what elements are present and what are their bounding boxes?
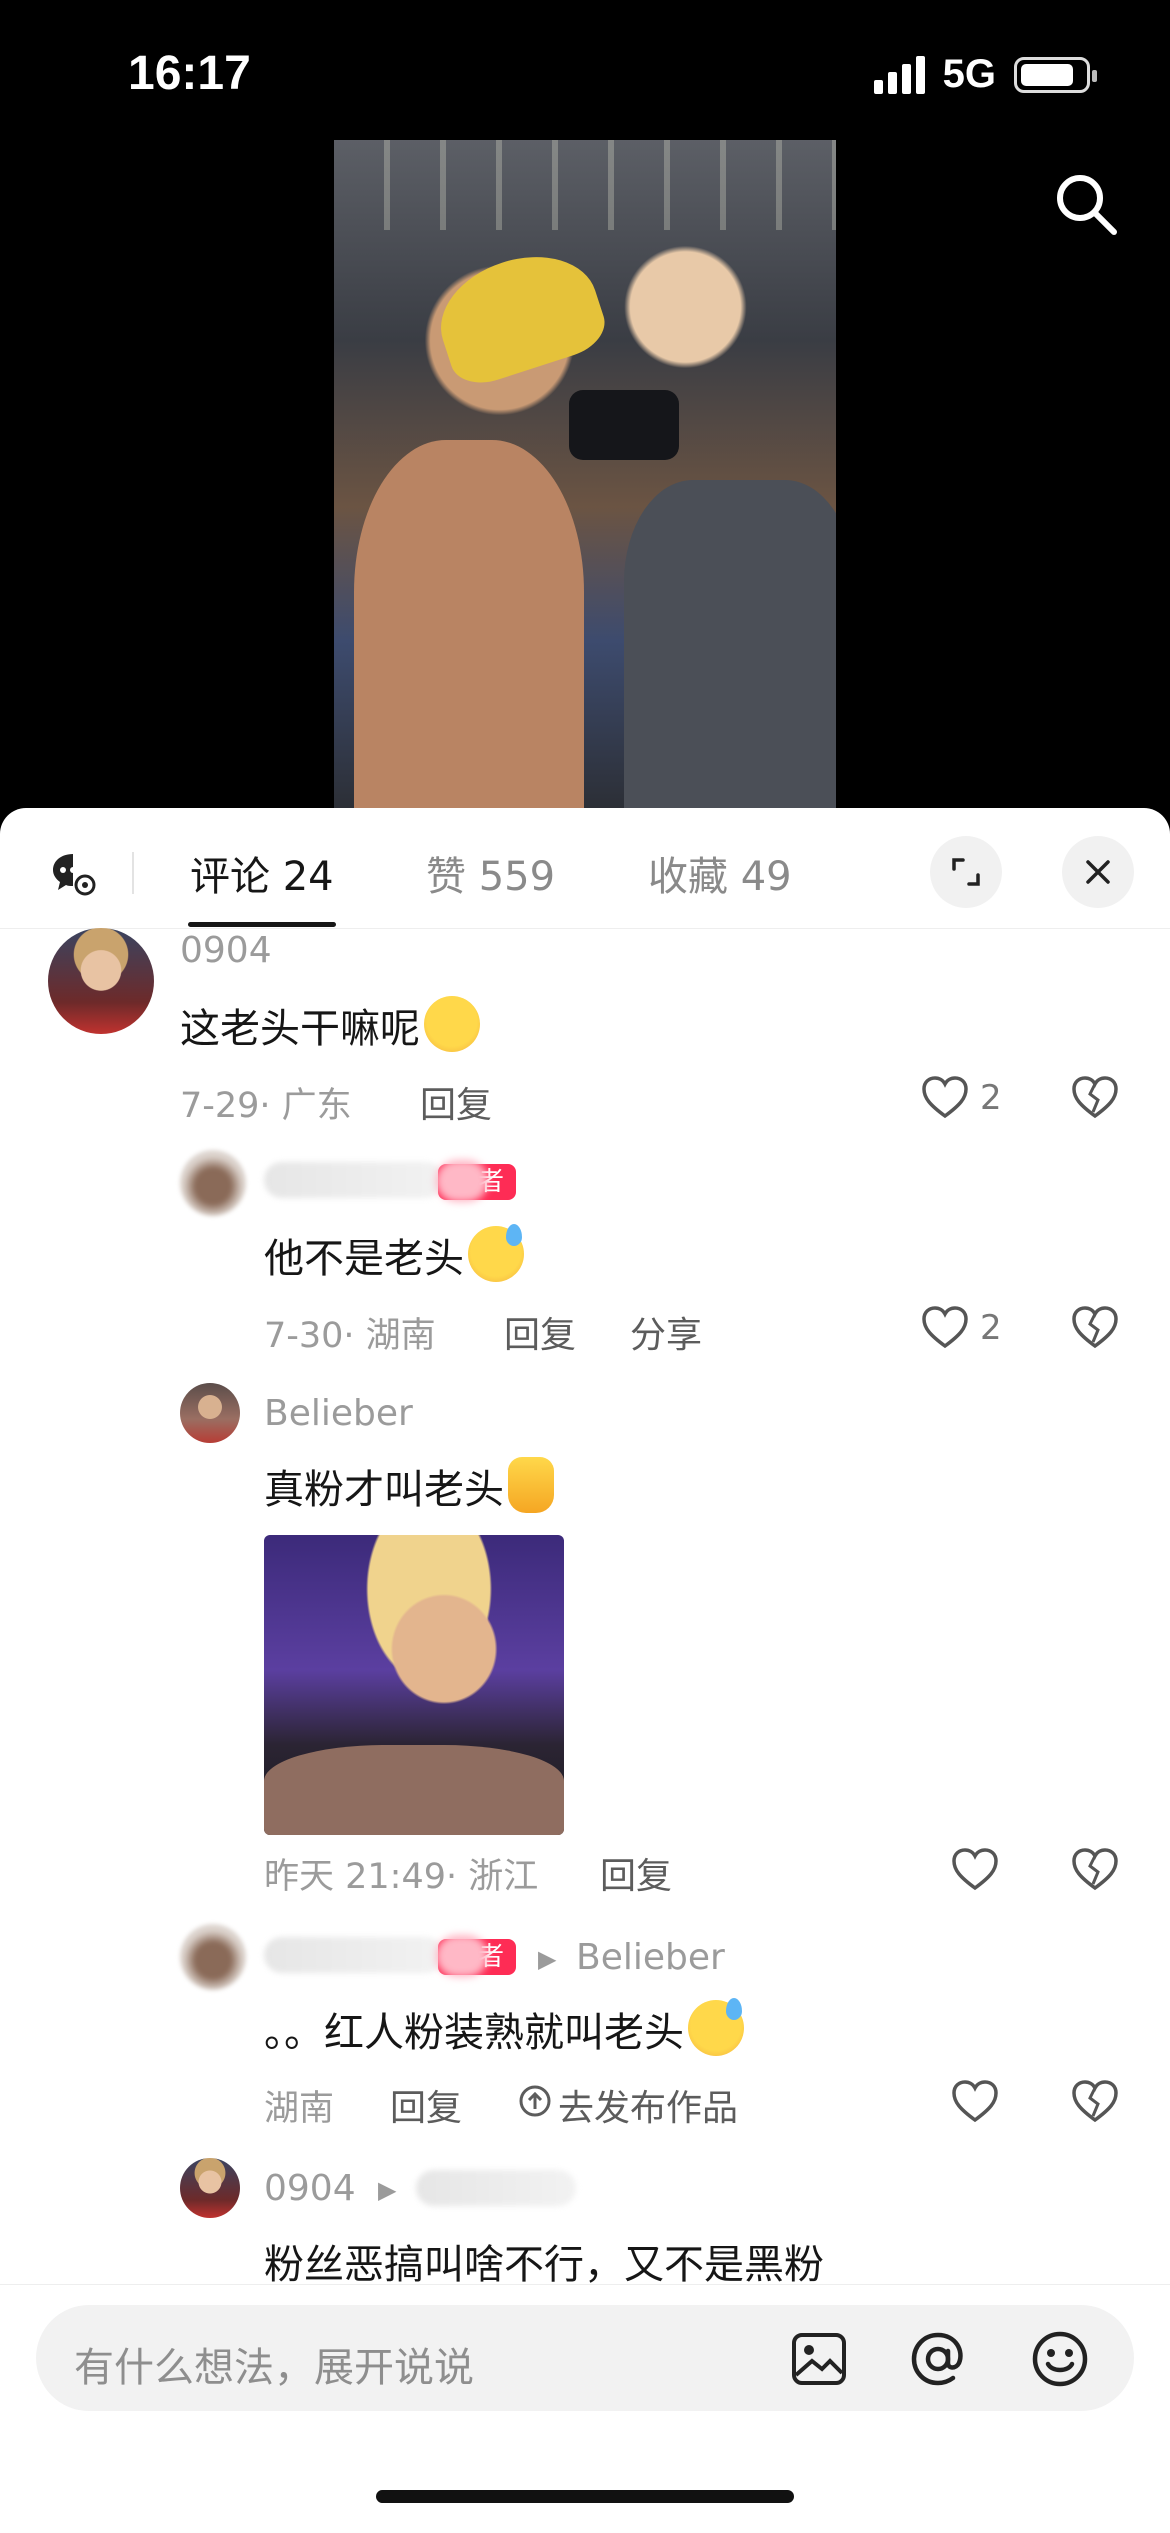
- comment-image[interactable]: [264, 1535, 564, 1835]
- comment-text: 。。红人粉装熟就叫老头: [264, 1998, 744, 2058]
- like-icon[interactable]: [950, 2078, 1000, 2124]
- dislike-icon[interactable]: [1070, 1846, 1120, 1892]
- like-count: 2: [980, 1308, 1002, 1348]
- home-indicator[interactable]: [376, 2490, 794, 2503]
- image-icon[interactable]: [790, 2331, 848, 2387]
- battery-icon: [1014, 56, 1097, 93]
- reply-to-username[interactable]: Belieber: [576, 1937, 725, 1978]
- dislike-icon[interactable]: [1070, 2078, 1120, 2124]
- avatar[interactable]: [180, 1383, 240, 1443]
- comment-date-location: 7-30· 湖南: [264, 1316, 436, 1356]
- blurred-username: [264, 1162, 444, 1198]
- tag-blur: [436, 1160, 488, 1202]
- tab-favorites[interactable]: 收藏 49: [648, 844, 792, 902]
- reply-arrow-icon: ▶: [538, 1945, 557, 1973]
- avatar[interactable]: [180, 1924, 246, 1990]
- thumbs-up-emoji-icon: [508, 1457, 554, 1513]
- upload-icon: [519, 2085, 551, 2117]
- comment-input[interactable]: 有什么想法，展开说说: [36, 2305, 1134, 2411]
- status-time: 16:17: [128, 47, 251, 100]
- laugh-emoji-icon: [424, 996, 480, 1052]
- chat-settings-icon[interactable]: [50, 850, 96, 896]
- tab-likes[interactable]: 赞 559: [426, 844, 555, 902]
- blurred-username: [416, 2170, 576, 2206]
- comment-username[interactable]: 0904: [180, 930, 272, 971]
- reply-button[interactable]: 回复: [600, 1847, 672, 1899]
- status-bar: 16:17 5G: [0, 0, 1170, 140]
- comment-date-location: 7-29· 广东: [180, 1086, 352, 1126]
- reply-arrow-icon: ▶: [378, 2176, 397, 2204]
- comment-text: 粉丝恶搞叫啥不行，又不是黑粉: [264, 2242, 824, 2288]
- expand-icon: [952, 858, 980, 886]
- blurred-username: [264, 1937, 444, 1973]
- mention-icon[interactable]: [908, 2329, 968, 2389]
- share-button[interactable]: 分享: [630, 1306, 702, 1358]
- network-label: 5G: [942, 52, 996, 96]
- dislike-icon[interactable]: [1070, 1304, 1120, 1350]
- tag-blur: [436, 1935, 488, 1977]
- tab-indicator: [188, 922, 336, 927]
- video-player[interactable]: [334, 140, 836, 808]
- comment-date-location: 昨天 21:49· 浙江: [264, 1857, 539, 1897]
- emoji-icon[interactable]: [1030, 2329, 1090, 2389]
- comment-header: 评论 24 赞 559 收藏 49: [0, 808, 1170, 929]
- avatar[interactable]: [180, 2158, 240, 2218]
- comment-location: 湖南: [264, 2089, 335, 2129]
- comment-username[interactable]: 0904: [264, 2168, 356, 2209]
- comment-username[interactable]: Belieber: [264, 1393, 413, 1434]
- header-divider: [132, 852, 134, 894]
- comment-text: 真粉才叫老头: [264, 1457, 554, 1515]
- sweat-emoji-icon: [688, 1998, 744, 2056]
- like-icon[interactable]: [920, 1074, 970, 1120]
- comment-text: 这老头干嘛呢: [180, 996, 480, 1054]
- like-icon[interactable]: [950, 1846, 1000, 1892]
- close-icon: [1086, 860, 1110, 884]
- avatar[interactable]: [48, 928, 154, 1034]
- like-icon[interactable]: [920, 1304, 970, 1350]
- comment-input-placeholder: 有什么想法，展开说说: [74, 2345, 474, 2391]
- dislike-icon[interactable]: [1070, 1074, 1120, 1120]
- search-icon[interactable]: [1052, 170, 1120, 238]
- like-count: 2: [980, 1078, 1002, 1118]
- comment-text: 他不是老头: [264, 1224, 524, 1284]
- expand-button[interactable]: [930, 836, 1002, 908]
- comment-input-bar: 有什么想法，展开说说: [0, 2284, 1170, 2533]
- publish-work-button[interactable]: 去发布作品: [558, 2079, 738, 2131]
- reply-button[interactable]: 回复: [504, 1306, 576, 1358]
- status-indicators: 5G: [873, 52, 1097, 97]
- sweat-emoji-icon: [468, 1224, 524, 1282]
- reply-button[interactable]: 回复: [390, 2079, 462, 2131]
- tab-comments[interactable]: 评论 24: [190, 844, 334, 902]
- signal-icon: [873, 55, 925, 94]
- avatar[interactable]: [180, 1150, 246, 1216]
- close-button[interactable]: [1062, 836, 1134, 908]
- reply-button[interactable]: 回复: [420, 1076, 492, 1128]
